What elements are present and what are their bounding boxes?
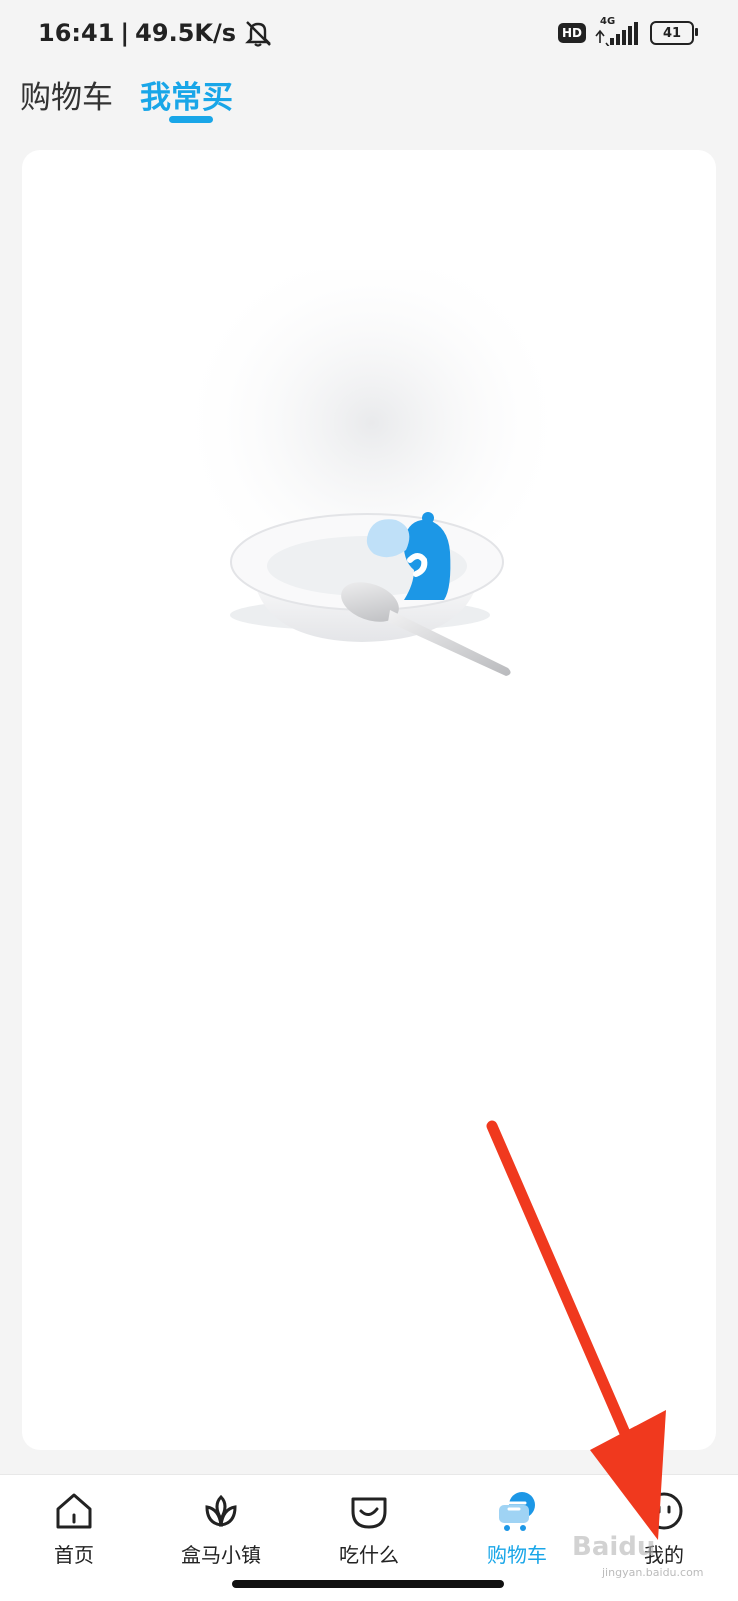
bell-muted-icon: [245, 21, 271, 47]
home-icon: [56, 1493, 92, 1529]
content-card: [22, 150, 716, 1450]
tab-frequently-bought[interactable]: 我常买: [140, 72, 233, 117]
signal-icon: 4G: [594, 16, 642, 49]
tab-cart[interactable]: 购物车: [20, 72, 113, 117]
status-net-speed: 49.5K/s: [135, 19, 237, 47]
nav-item-cart[interactable]: 购物车: [447, 1489, 587, 1568]
status-right: HD 4G 41: [557, 16, 698, 49]
nav-label-hema-town: 盒马小镇: [181, 1543, 261, 1567]
baidu-watermark-url: jingyan.baidu.com: [602, 1566, 704, 1579]
status-bar: 16:41 | 49.5K/s HD 4G 41: [0, 0, 738, 66]
empty-bowl-illustration: [192, 270, 552, 676]
face-icon: [645, 1492, 683, 1530]
nav-label-what-to-eat: 吃什么: [339, 1543, 399, 1567]
hd-badge: HD: [557, 23, 586, 43]
battery-level: 41: [662, 25, 682, 41]
battery-icon: 41: [650, 21, 698, 45]
nav-item-hema-town[interactable]: 盒马小镇: [151, 1489, 291, 1568]
nav-item-what-to-eat[interactable]: 吃什么: [299, 1489, 439, 1568]
active-tab-indicator: [169, 116, 213, 123]
nav-label-cart: 购物车: [487, 1543, 547, 1567]
status-left: 16:41 | 49.5K/s: [38, 18, 274, 48]
cart-icon: [499, 1492, 535, 1531]
nav-item-home[interactable]: 首页: [4, 1489, 144, 1568]
top-tabs: 购物车 我常买: [0, 66, 738, 136]
network-label: 4G: [600, 16, 616, 27]
baidu-watermark: Baidu: [572, 1532, 656, 1562]
home-indicator-bar: [232, 1580, 504, 1588]
nav-label-home: 首页: [54, 1543, 94, 1567]
bowl-icon: [351, 1497, 387, 1529]
status-time: 16:41: [38, 19, 115, 47]
status-separator: |: [120, 19, 130, 47]
flower-icon: [205, 1494, 237, 1527]
